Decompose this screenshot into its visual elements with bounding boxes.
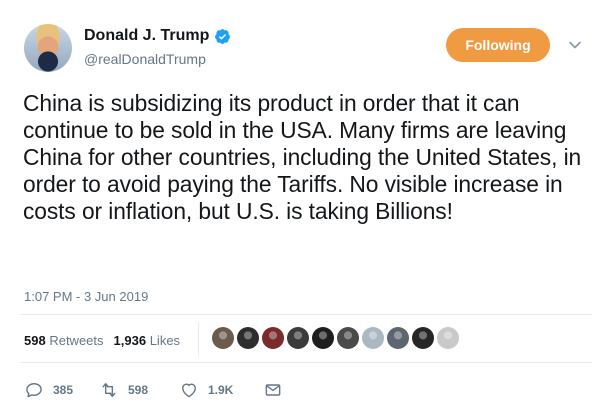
liker-avatar[interactable]: [362, 327, 384, 349]
message-button[interactable]: [263, 380, 283, 400]
verified-badge-icon: [215, 28, 231, 44]
liker-avatars: [212, 327, 459, 349]
author-handle[interactable]: @realDonaldTrump: [84, 51, 231, 67]
like-count: 1.9K: [208, 383, 234, 397]
liker-avatar[interactable]: [262, 327, 284, 349]
liker-avatar[interactable]: [212, 327, 234, 349]
liker-avatar[interactable]: [387, 327, 409, 349]
author-name[interactable]: Donald J. Trump: [84, 27, 209, 45]
liker-avatar[interactable]: [337, 327, 359, 349]
divider: [20, 362, 592, 363]
liker-avatar[interactable]: [437, 327, 459, 349]
author-avatar[interactable]: [24, 24, 72, 72]
stats-separator: [198, 322, 199, 356]
chevron-down-icon[interactable]: [568, 38, 582, 52]
retweets-count: 598: [24, 333, 46, 348]
retweet-button[interactable]: 598: [99, 380, 179, 400]
reply-count: 385: [53, 383, 74, 397]
reply-button[interactable]: 385: [24, 380, 99, 400]
tweet-timestamp[interactable]: 1:07 PM - 3 Jun 2019: [24, 289, 148, 304]
envelope-icon: [265, 384, 281, 396]
divider: [20, 314, 592, 315]
likes-count: 1,936: [113, 333, 147, 348]
likes-stat[interactable]: 1,936 Likes: [114, 333, 181, 348]
author-info: Donald J. Trump @realDonaldTrump: [84, 27, 231, 67]
heart-icon: [182, 383, 196, 398]
action-bar: 385 598 1.9K: [24, 380, 283, 400]
retweet-icon: [102, 383, 116, 397]
likes-label: Likes: [149, 333, 181, 348]
retweets-label: Retweets: [49, 333, 104, 348]
retweets-stat[interactable]: 598 Retweets: [24, 333, 104, 348]
following-button[interactable]: Following: [446, 28, 550, 62]
liker-avatar[interactable]: [237, 327, 259, 349]
tweet-text: China is subsidizing its product in orde…: [23, 90, 582, 224]
engagement-stats: 598 Retweets 1,936 Likes: [24, 333, 180, 348]
like-button[interactable]: 1.9K: [179, 380, 263, 400]
liker-avatar[interactable]: [287, 327, 309, 349]
reply-icon: [26, 383, 42, 398]
liker-avatar[interactable]: [312, 327, 334, 349]
liker-avatar[interactable]: [412, 327, 434, 349]
retweet-count: 598: [128, 383, 149, 397]
